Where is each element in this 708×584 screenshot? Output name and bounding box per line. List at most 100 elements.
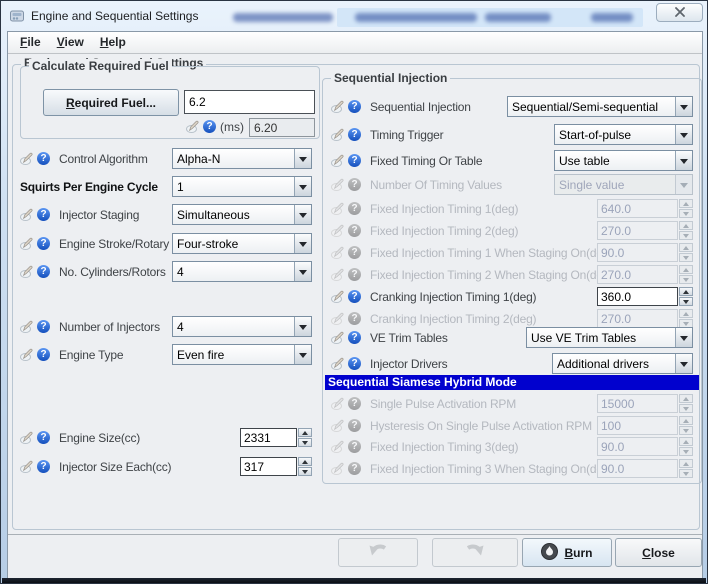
fixed-injection-timing-2-when-staging-on-deg-label: Fixed Injection Timing 2 When Staging On… xyxy=(370,268,597,282)
spinner-buttons xyxy=(298,457,312,476)
pencil-icon[interactable] xyxy=(20,348,34,361)
help-icon[interactable]: ? xyxy=(348,154,361,167)
spinner-buttons xyxy=(679,437,693,456)
help-icon[interactable]: ? xyxy=(348,331,361,344)
help-icon[interactable]: ? xyxy=(37,320,50,333)
spinner-buttons xyxy=(679,459,693,478)
close-button[interactable]: Close xyxy=(615,538,702,567)
chevron-down-icon xyxy=(294,317,311,336)
row-injector-size-each-cc: ?Injector Size Each(cc) xyxy=(20,456,312,477)
spinner-up-icon[interactable] xyxy=(679,287,693,296)
squirts-per-engine-cycle-combo[interactable]: 1 xyxy=(172,176,312,197)
title-bar[interactable]: Engine and Sequential Settings xyxy=(1,1,707,31)
combo-value: Four-stroke xyxy=(173,237,294,251)
help-icon[interactable]: ? xyxy=(348,100,361,113)
burn-button[interactable]: Burn xyxy=(522,538,612,567)
fixed-injection-timing-3-when-staging-on-deg-label: Fixed Injection Timing 3 When Staging On… xyxy=(370,462,597,476)
engine-stroke-rotary-combo[interactable]: Four-stroke xyxy=(172,233,312,254)
fixed-injection-timing-3-deg-label: Fixed Injection Timing 3(deg) xyxy=(370,440,597,454)
row-control-algorithm: ? Control AlgorithmAlpha-N xyxy=(20,148,312,169)
fixed-injection-timing-3-deg-field xyxy=(597,437,678,456)
help-icon[interactable]: ? xyxy=(348,290,361,303)
number-of-injectors-label: Number of Injectors xyxy=(59,320,172,334)
help-icon: ? xyxy=(348,246,361,259)
number-of-timing-values-combo: Single value xyxy=(554,174,693,195)
combo-value: Additional drivers xyxy=(553,357,675,371)
spinner-down-icon[interactable] xyxy=(679,297,693,306)
number-of-timing-values-label: Number Of Timing Values xyxy=(370,178,554,192)
engine-size-cc-field[interactable] xyxy=(240,428,297,447)
spinner-up-icon[interactable] xyxy=(298,457,312,466)
sequential-injection-combo[interactable]: Sequential/Semi-sequential xyxy=(507,96,693,117)
combo-value: Use table xyxy=(555,154,675,168)
control-algorithm-label: Control Algorithm xyxy=(59,152,172,166)
help-icon: ? xyxy=(348,224,361,237)
cranking-injection-timing-1-deg-spinner xyxy=(597,287,693,306)
injector-drivers-combo[interactable]: Additional drivers xyxy=(552,353,693,374)
injector-staging-combo[interactable]: Simultaneous xyxy=(172,204,312,225)
help-icon[interactable]: ? xyxy=(37,460,50,473)
spinner-down-icon[interactable] xyxy=(298,438,312,447)
spinner-up-icon xyxy=(679,394,693,403)
background-tab-blur xyxy=(485,13,551,22)
row-single-pulse-activation-rpm: ?Single Pulse Activation RPM xyxy=(331,393,693,414)
hysteresis-on-single-pulse-activation-rpm-spinner xyxy=(597,416,693,435)
pencil-icon xyxy=(331,202,345,215)
help-icon[interactable]: ? xyxy=(37,431,50,444)
pencil-icon[interactable] xyxy=(20,208,34,221)
spinner-up-icon xyxy=(679,243,693,252)
pencil-icon[interactable] xyxy=(331,331,345,344)
no-cylinders-rotors-combo[interactable]: 4 xyxy=(172,261,312,282)
combo-value: Start-of-pulse xyxy=(555,128,675,142)
row-fixed-injection-timing-3-when-staging-on-deg: ?Fixed Injection Timing 3 When Staging O… xyxy=(331,458,693,479)
spinner-up-icon[interactable] xyxy=(298,428,312,437)
help-icon[interactable]: ? xyxy=(37,237,50,250)
left-settings-column: ?Control AlgorithmAlpha-NSquirts Per Eng… xyxy=(20,32,312,578)
engine-type-combo[interactable]: Even fire xyxy=(172,344,312,365)
help-icon: ? xyxy=(348,268,361,281)
help-icon[interactable]: ? xyxy=(37,208,50,221)
injector-size-each-cc-field[interactable] xyxy=(240,457,297,476)
pencil-icon[interactable] xyxy=(331,128,345,141)
spinner-up-icon xyxy=(679,265,693,274)
spinner-down-icon[interactable] xyxy=(298,467,312,476)
control-algorithm-combo[interactable]: Alpha-N xyxy=(172,148,312,169)
help-icon[interactable]: ? xyxy=(348,357,361,370)
spinner-up-icon xyxy=(679,309,693,318)
pencil-icon[interactable] xyxy=(331,357,345,370)
timing-trigger-combo[interactable]: Start-of-pulse xyxy=(554,124,693,145)
number-of-injectors-combo[interactable]: 4 xyxy=(172,316,312,337)
undo-icon xyxy=(366,542,390,564)
sequential-rows: ?Sequential InjectionSequential/Semi-seq… xyxy=(323,79,701,483)
pencil-icon[interactable] xyxy=(20,460,34,473)
cranking-injection-timing-1-deg-field[interactable] xyxy=(597,287,678,306)
pencil-icon[interactable] xyxy=(20,152,34,165)
titlebar-close-button[interactable] xyxy=(656,3,703,22)
chevron-down-icon xyxy=(294,177,311,196)
ve-trim-tables-combo[interactable]: Use VE Trim Tables xyxy=(526,327,693,348)
app-icon xyxy=(9,8,25,24)
help-icon[interactable]: ? xyxy=(37,265,50,278)
redo-icon xyxy=(463,542,487,564)
injector-drivers-label: Injector Drivers xyxy=(370,357,552,371)
fixed-timing-or-table-combo[interactable]: Use table xyxy=(554,150,693,171)
help-icon[interactable]: ? xyxy=(348,128,361,141)
spinner-down-icon xyxy=(679,447,693,456)
help-icon[interactable]: ? xyxy=(37,152,50,165)
engine-stroke-rotary-label: Engine Stroke/Rotary xyxy=(59,237,172,251)
help-icon[interactable]: ? xyxy=(37,348,50,361)
pencil-icon[interactable] xyxy=(331,154,345,167)
pencil-icon[interactable] xyxy=(20,237,34,250)
pencil-icon[interactable] xyxy=(20,265,34,278)
row-injector-drivers: ? Injector DriversAdditional drivers xyxy=(331,353,693,374)
single-pulse-activation-rpm-label: Single Pulse Activation RPM xyxy=(370,397,597,411)
pencil-icon[interactable] xyxy=(20,320,34,333)
pencil-icon[interactable] xyxy=(331,100,345,113)
chevron-down-icon xyxy=(294,262,311,281)
pencil-icon[interactable] xyxy=(20,431,34,444)
help-icon: ? xyxy=(348,419,361,432)
pencil-icon[interactable] xyxy=(331,290,345,303)
spinner-buttons xyxy=(679,243,693,262)
row-cranking-injection-timing-2-deg: ?Cranking Injection Timing 2(deg) xyxy=(331,308,693,329)
spinner-buttons xyxy=(679,221,693,240)
